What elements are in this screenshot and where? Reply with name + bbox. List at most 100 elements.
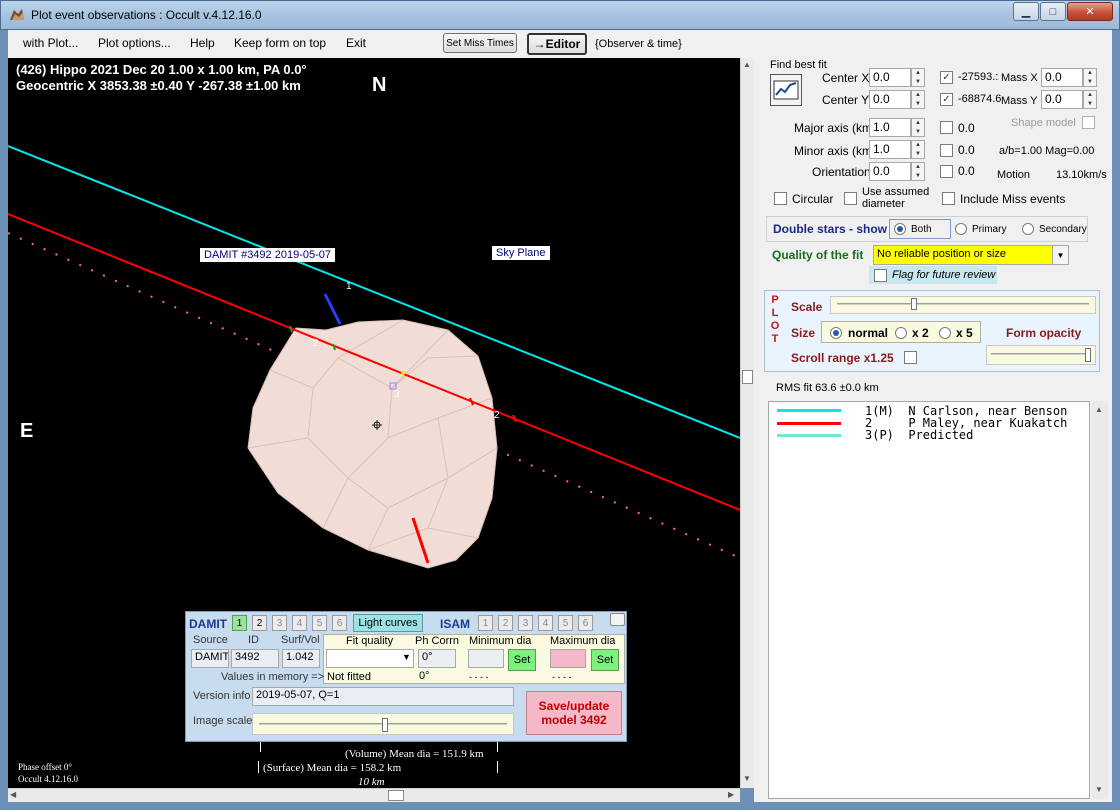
orientation-spinner[interactable]: ▲ ▼ xyxy=(911,162,925,181)
use-assumed-label: Use assumed diameter xyxy=(862,186,930,210)
minor-axis-checkbox[interactable] xyxy=(940,144,953,157)
min-dia-set-button[interactable]: Set xyxy=(508,649,536,671)
mass-y-input[interactable]: 0.0 xyxy=(1041,90,1083,109)
orientation-value: 0.0 xyxy=(958,164,975,178)
center-y-checkbox[interactable]: ✓ xyxy=(940,93,953,106)
scroll-right-icon[interactable]: ▶ xyxy=(728,790,734,799)
find-best-fit-button[interactable] xyxy=(770,74,802,106)
mass-y-spinner[interactable]: ▲ ▼ xyxy=(1083,90,1097,109)
close-button[interactable]: ✕ xyxy=(1067,2,1113,21)
major-axis-spinner[interactable]: ▲ ▼ xyxy=(911,118,925,137)
legend-scroll-up-icon[interactable]: ▲ xyxy=(1095,405,1103,414)
fit-quality-select[interactable] xyxy=(326,649,414,668)
horizontal-scroll-thumb[interactable] xyxy=(388,790,404,801)
include-miss-checkbox[interactable] xyxy=(942,192,955,205)
use-assumed-checkbox[interactable] xyxy=(844,192,857,205)
shape-model-label: Shape model xyxy=(1011,117,1076,129)
isam-5-button[interactable]: 5 xyxy=(558,615,573,631)
observer-legend-list[interactable]: 1(M) N Carlson, near Benson 2 P Maley, n… xyxy=(768,401,1090,799)
scroll-up-icon[interactable]: ▲ xyxy=(743,60,751,69)
legend-swatch-3 xyxy=(777,434,841,437)
scroll-range-label: Scroll range x1.25 xyxy=(791,351,894,365)
save-update-model-button[interactable]: Save/update model 3492 xyxy=(526,691,622,735)
isam-4-button[interactable]: 4 xyxy=(538,615,553,631)
image-scale-thumb[interactable] xyxy=(382,718,388,732)
menu-plot-options[interactable]: Plot options... xyxy=(98,36,171,50)
isam-6-button[interactable]: 6 xyxy=(578,615,593,631)
size-x2-radio[interactable] xyxy=(895,327,907,339)
image-scale-slider[interactable] xyxy=(252,713,514,735)
light-curves-button[interactable]: Light curves xyxy=(353,614,423,632)
minor-axis-input[interactable]: 1.0 xyxy=(869,140,911,159)
damit-model-3-button[interactable]: 3 xyxy=(272,615,287,631)
quality-dropdown-icon[interactable]: ▼ xyxy=(1052,245,1069,265)
max-dia-set-button[interactable]: Set xyxy=(591,649,619,671)
plot-vertical-scrollbar[interactable]: ▲ ▼ xyxy=(740,58,754,788)
damit-model-5-button[interactable]: 5 xyxy=(312,615,327,631)
major-axis-input[interactable]: 1.0 xyxy=(869,118,911,137)
plot-header-line2: Geocentric X 3853.38 ±0.40 Y -267.38 ±1.… xyxy=(16,78,301,93)
isam-2-button[interactable]: 2 xyxy=(498,615,513,631)
isam-title: ISAM xyxy=(440,617,470,631)
ph-corrn-memory: 0° xyxy=(419,670,430,682)
vertical-scroll-thumb[interactable] xyxy=(742,370,753,384)
min-dia-field[interactable] xyxy=(468,649,504,668)
isam-1-button[interactable]: 1 xyxy=(478,615,493,631)
maximize-button[interactable]: □ xyxy=(1040,2,1066,21)
shape-model-checkbox[interactable] xyxy=(1082,116,1095,129)
primary-radio[interactable] xyxy=(955,223,967,235)
id-header: ID xyxy=(248,634,259,646)
legend-item-3: 3(P) Predicted xyxy=(865,428,974,442)
damit-model-6-button[interactable]: 6 xyxy=(332,615,347,631)
scroll-left-icon[interactable]: ◀ xyxy=(10,790,16,799)
damit-model-4-button[interactable]: 4 xyxy=(292,615,307,631)
primary-label: Primary xyxy=(972,224,1007,235)
circular-checkbox[interactable] xyxy=(774,192,787,205)
observer-time-label: {Observer & time} xyxy=(595,38,682,50)
max-dia-field[interactable] xyxy=(550,649,586,668)
legend-scroll-down-icon[interactable]: ▼ xyxy=(1095,785,1103,794)
plot-horizontal-scrollbar[interactable]: ◀ ▶ xyxy=(8,788,740,802)
center-x-checkbox[interactable]: ✓ xyxy=(940,71,953,84)
mass-x-spinner[interactable]: ▲ ▼ xyxy=(1083,68,1097,87)
isam-3-button[interactable]: 3 xyxy=(518,615,533,631)
scale-thumb[interactable] xyxy=(911,298,917,310)
minimize-button[interactable]: ▁ xyxy=(1013,2,1039,21)
flag-review-checkbox[interactable] xyxy=(874,269,887,282)
form-opacity-slider[interactable] xyxy=(986,345,1096,365)
size-x5-radio[interactable] xyxy=(939,327,951,339)
editor-button[interactable]: →Editor xyxy=(527,33,587,55)
major-axis-checkbox[interactable] xyxy=(940,121,953,134)
size-normal-radio[interactable] xyxy=(830,327,842,339)
minor-axis-spinner[interactable]: ▲ ▼ xyxy=(911,140,925,159)
center-x-spinner[interactable]: ▲ ▼ xyxy=(911,68,925,87)
quality-select[interactable]: No reliable position or size xyxy=(873,245,1069,265)
mass-x-input[interactable]: 0.0 xyxy=(1041,68,1083,87)
center-y-input[interactable]: 0.0 xyxy=(869,90,911,109)
menu-with-plot[interactable]: with Plot... xyxy=(23,36,78,50)
menu-keep-on-top[interactable]: Keep form on top xyxy=(234,36,326,50)
scale-slider[interactable] xyxy=(830,296,1096,314)
damit-close-button[interactable] xyxy=(610,613,625,626)
scroll-range-checkbox[interactable] xyxy=(904,351,917,364)
scroll-down-icon[interactable]: ▼ xyxy=(743,774,751,783)
legend-scrollbar[interactable]: ▲ ▼ xyxy=(1092,401,1108,799)
damit-model-1-button[interactable]: 1 xyxy=(232,615,247,631)
ph-corrn-field[interactable]: 0° xyxy=(418,649,456,668)
both-radio[interactable] xyxy=(894,223,906,235)
form-opacity-thumb[interactable] xyxy=(1085,348,1091,362)
chord-label-3: 3 xyxy=(394,389,400,400)
center-x-input[interactable]: 0.0 xyxy=(869,68,911,87)
set-miss-times-button[interactable]: Set Miss Times xyxy=(443,33,517,53)
min-dia-header: Minimum dia xyxy=(469,635,532,647)
window-title: Plot event observations : Occult v.4.12.… xyxy=(31,8,262,22)
orientation-input[interactable]: 0.0 xyxy=(869,162,911,181)
sky-plane-label: Sky Plane xyxy=(492,246,550,260)
center-y-spinner[interactable]: ▲ ▼ xyxy=(911,90,925,109)
damit-model-2-button[interactable]: 2 xyxy=(252,615,267,631)
damit-panel: DAMIT 1 2 3 4 5 6 Light curves ISAM 1 2 … xyxy=(185,611,627,742)
orientation-checkbox[interactable] xyxy=(940,165,953,178)
menu-exit[interactable]: Exit xyxy=(346,36,366,50)
secondary-radio[interactable] xyxy=(1022,223,1034,235)
menu-help[interactable]: Help xyxy=(190,36,215,50)
